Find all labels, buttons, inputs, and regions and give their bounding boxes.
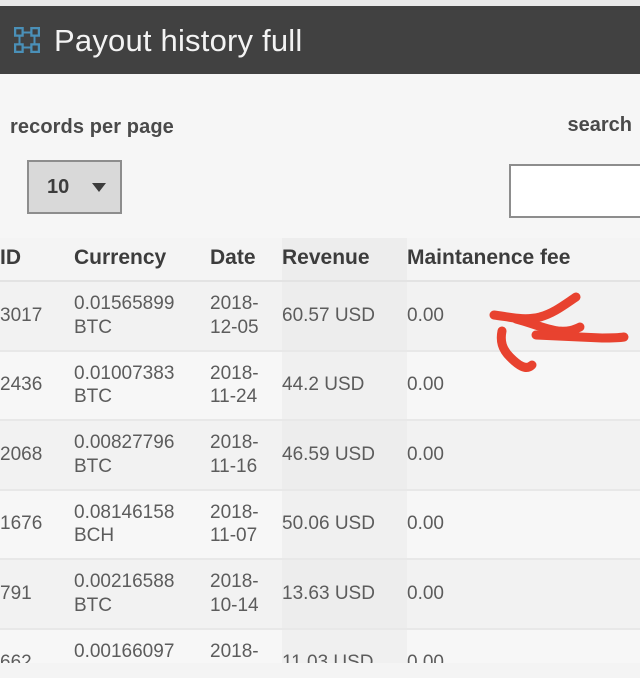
cell-date: 2018-10-09 — [210, 628, 282, 663]
cell-maintanence-fee: 0.00 — [407, 350, 640, 421]
cell-id: 1676 — [0, 489, 74, 560]
table-header-row: ID Currency Date Revenue Maintanence fee — [0, 238, 640, 282]
table-row[interactable]: 3017 0.01565899 BTC 2018-12-05 60.57 USD… — [0, 281, 640, 352]
column-header-maintanence-fee[interactable]: Maintanence fee — [407, 238, 640, 282]
records-per-page-select[interactable]: 10 — [27, 160, 122, 214]
cell-currency: 0.01007383 BTC — [74, 350, 210, 421]
cell-id: 2068 — [0, 420, 74, 491]
cell-revenue: 60.57 USD — [282, 281, 407, 352]
column-header-date[interactable]: Date — [210, 238, 282, 282]
cell-date: 2018-11-16 — [210, 420, 282, 491]
cell-currency: 0.00166097 BTC — [74, 628, 210, 663]
page-title: Payout history full — [54, 22, 303, 58]
table-header: ID Currency Date Revenue Maintanence fee — [0, 238, 640, 282]
cell-maintanence-fee: 0.00 — [407, 420, 640, 491]
table-body: 3017 0.01565899 BTC 2018-12-05 60.57 USD… — [0, 281, 640, 663]
cell-currency: 0.08146158 BCH — [74, 489, 210, 560]
records-per-page-label: records per page — [10, 116, 174, 138]
payout-history-table: ID Currency Date Revenue Maintanence fee… — [0, 238, 640, 663]
cell-currency: 0.01565899 BTC — [74, 281, 210, 352]
cell-revenue: 13.63 USD — [282, 559, 407, 630]
cell-id: 791 — [0, 559, 74, 630]
search-input[interactable] — [509, 164, 640, 218]
cell-date: 2018-10-14 — [210, 559, 282, 630]
cell-id: 662 — [0, 628, 74, 663]
cell-maintanence-fee: 0.00 — [407, 628, 640, 663]
cell-currency: 0.00216588 BTC — [74, 559, 210, 630]
table-row[interactable]: 662 0.00166097 BTC 2018-10-09 11.03 USD … — [0, 628, 640, 663]
cell-date: 2018-11-24 — [210, 350, 282, 421]
cell-revenue: 44.2 USD — [282, 350, 407, 421]
cell-maintanence-fee: 0.00 — [407, 489, 640, 560]
cell-date: 2018-11-07 — [210, 489, 282, 560]
cell-revenue: 50.06 USD — [282, 489, 407, 560]
cell-maintanence-fee: 0.00 — [407, 281, 640, 352]
selection-handles-icon — [12, 25, 42, 55]
search-label: search — [567, 114, 633, 136]
cell-currency: 0.00827796 BTC — [74, 420, 210, 491]
app-root: Payout history full records per page 10 … — [0, 0, 640, 678]
titlebar: Payout history full — [0, 6, 640, 74]
table-row[interactable]: 2436 0.01007383 BTC 2018-11-24 44.2 USD … — [0, 350, 640, 421]
cell-id: 2436 — [0, 350, 74, 421]
table-row[interactable]: 791 0.00216588 BTC 2018-10-14 13.63 USD … — [0, 559, 640, 630]
cell-revenue: 46.59 USD — [282, 420, 407, 491]
table-row[interactable]: 1676 0.08146158 BCH 2018-11-07 50.06 USD… — [0, 489, 640, 560]
column-header-currency[interactable]: Currency — [74, 238, 210, 282]
payout-history-table-wrapper: ID Currency Date Revenue Maintanence fee… — [0, 238, 640, 663]
cell-maintanence-fee: 0.00 — [407, 559, 640, 630]
table-controls: records per page 10 search — [0, 74, 640, 238]
records-per-page-value: 10 — [47, 175, 70, 198]
column-header-revenue[interactable]: Revenue — [282, 238, 407, 282]
table-row[interactable]: 2068 0.00827796 BTC 2018-11-16 46.59 USD… — [0, 420, 640, 491]
cell-revenue: 11.03 USD — [282, 628, 407, 663]
cell-id: 3017 — [0, 281, 74, 352]
column-header-id[interactable]: ID — [0, 238, 74, 282]
cell-date: 2018-12-05 — [210, 281, 282, 352]
chevron-down-icon — [92, 182, 106, 192]
